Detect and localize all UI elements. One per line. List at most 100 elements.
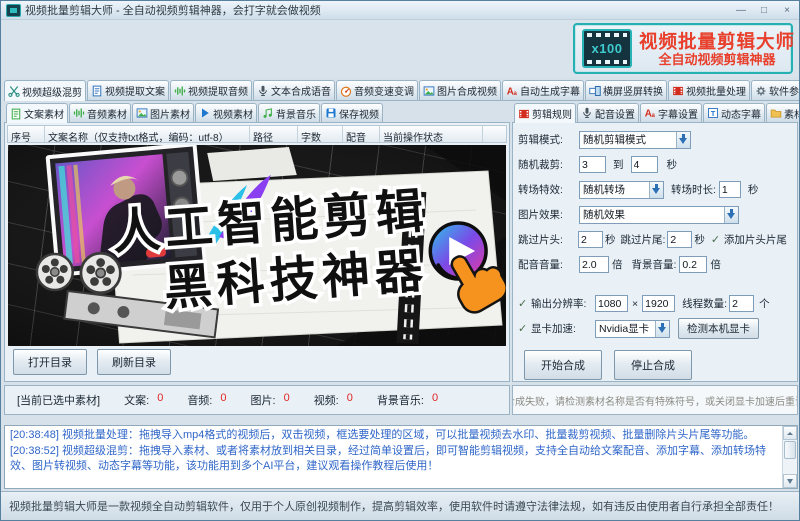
alert-text: 合成失败，请检测素材名称是否有特殊符号，或关闭显卡加速后重试 [512, 396, 798, 408]
tab-voice-settings[interactable]: 配音设置 [577, 103, 639, 122]
status-bar-text: 视频批量剪辑大师是一款视频全自动剪辑软件，仅用于个人原创视频制作，提高剪辑效率，… [9, 501, 779, 513]
bgm-volume-input[interactable] [679, 256, 708, 273]
stop-synthesis-button[interactable]: 停止合成 [614, 350, 692, 380]
promo-banner: 人工智能剪辑 黑科技神器 [8, 145, 506, 346]
cut-from-input[interactable] [579, 156, 606, 173]
seconds-unit: 秒 [694, 234, 705, 246]
waveform-icon [174, 85, 186, 97]
chevron-down-icon[interactable] [724, 206, 738, 223]
material-table-header: 序号 文案名称（仅支持txt格式，编码：utf-8） 路径 字数 配音 当前操作… [7, 125, 507, 143]
col-name[interactable]: 文案名称（仅支持txt格式，编码：utf-8） [45, 126, 250, 142]
svg-text:a: a [514, 91, 518, 97]
gpu-select[interactable]: Nvidia显卡 [595, 319, 670, 338]
tab-extract-audio[interactable]: 视频提取音频 [170, 80, 252, 100]
app-window: 视频批量剪辑大师 - 全自动视频剪辑神器，会打字就会做视频 — □ × x100… [0, 0, 800, 521]
log-scrollbar[interactable] [782, 426, 797, 488]
tab-screen-rotate[interactable]: 横屏竖屏转换 [585, 80, 667, 100]
subtitle-a-icon: Aa [506, 85, 518, 97]
tab-extract-text[interactable]: 视频提取文案 [87, 80, 169, 100]
window-title: 视频批量剪辑大师 - 全自动视频剪辑神器，会打字就会做视频 [25, 5, 321, 17]
col-index[interactable]: 序号 [8, 126, 45, 142]
col-path[interactable]: 路径 [250, 126, 298, 142]
tab-bgm-material[interactable]: 背景音乐 [258, 103, 320, 122]
tab-auto-subtitle[interactable]: Aa 自动生成字幕 [502, 80, 584, 100]
transition-duration-input[interactable] [718, 181, 741, 198]
col-words[interactable]: 字数 [298, 126, 343, 142]
svg-text:A: A [645, 108, 652, 119]
tab-save-video[interactable]: 保存视频 [321, 103, 383, 122]
log-area[interactable]: [20:38:48] 视频批量处理：拖拽导入mp4格式的视频后，双击视频，框选要… [4, 425, 798, 489]
text-doc-icon [10, 108, 22, 120]
selection-summary-bar: [当前已选中素材] 文案: 0 音频: 0 图片: 0 视频: 0 背景音乐: 0 [4, 385, 510, 415]
svg-text:a: a [652, 113, 656, 119]
film-reel-icon [35, 252, 74, 292]
app-icon [6, 3, 21, 17]
log-line: [20:38:48] 视频批量处理：拖拽导入mp4格式的视频后，双击视频，框选要… [10, 429, 755, 441]
minimize-button[interactable]: — [734, 3, 748, 18]
col-status[interactable]: 当前操作状态 [380, 126, 483, 142]
tab-image-to-video[interactable]: 图片合成视频 [419, 80, 501, 100]
scroll-up-icon[interactable] [783, 426, 797, 440]
image-icon [136, 107, 148, 119]
skip-intro-input[interactable] [578, 231, 603, 248]
scroll-thumb[interactable] [784, 441, 796, 459]
selection-count: 0 [346, 392, 353, 404]
scroll-down-icon[interactable] [783, 474, 797, 488]
resolution-width-input[interactable] [595, 295, 628, 312]
tab-settings[interactable]: 软件参数设置 [751, 80, 799, 100]
tab-batch-process[interactable]: 视频批量处理 [668, 80, 750, 100]
svg-text:A: A [507, 86, 514, 97]
resolution-checkbox[interactable]: ✓ [518, 297, 529, 310]
close-button[interactable]: × [780, 3, 794, 18]
resolution-height-input[interactable] [642, 295, 676, 312]
threads-input[interactable] [729, 295, 755, 312]
clip-mode-label: 剪辑模式: [518, 134, 563, 146]
chevron-down-icon[interactable] [649, 181, 663, 198]
tab-audio-material[interactable]: 音频素材 [69, 103, 131, 122]
chevron-down-icon[interactable] [676, 131, 690, 148]
tab-subtitle-settings[interactable]: Aa 字幕设置 [640, 103, 702, 122]
count-unit: 个 [759, 298, 770, 310]
gpu-label: 显卡加速: [531, 323, 576, 335]
tab-audio-speed-pitch[interactable]: 音频变速变调 [336, 80, 418, 100]
waveform-icon [73, 107, 85, 119]
tab-video-super-mix[interactable]: 视频超级混剪 [4, 80, 86, 101]
chevron-down-icon[interactable] [655, 320, 669, 337]
filmstrip-icon [672, 85, 684, 97]
selection-prefix: [当前已选中素材] [17, 395, 101, 407]
transition-select[interactable]: 随机转场 [579, 180, 664, 199]
voice-volume-input[interactable] [579, 256, 609, 273]
cut-to-input[interactable] [630, 156, 658, 173]
music-note-icon [262, 107, 274, 119]
clip-mode-select[interactable]: 随机剪辑模式 [579, 130, 691, 149]
dynamic-text-icon: T [707, 107, 719, 119]
add-intro-outro-checkbox[interactable]: ✓ [711, 233, 722, 246]
col-voice[interactable]: 配音 [343, 126, 380, 142]
tab-image-material[interactable]: 图片素材 [132, 103, 194, 122]
seconds-unit: 秒 [605, 234, 616, 246]
skip-outro-input[interactable] [667, 231, 693, 248]
refresh-directory-button[interactable]: 刷新目录 [97, 349, 171, 375]
maximize-button[interactable]: □ [757, 3, 771, 18]
svg-text:T: T [711, 109, 716, 118]
brand-subtitle: 全自动视频剪辑神器 [658, 51, 776, 67]
to-label: 到 [613, 159, 624, 171]
selection-label: 图片: [250, 395, 276, 407]
tab-edit-rules[interactable]: 剪辑规则 [514, 103, 576, 123]
start-synthesis-button[interactable]: 开始合成 [524, 350, 602, 380]
tab-text-to-speech[interactable]: 文本合成语音 [253, 80, 335, 100]
resolution-separator: × [632, 297, 639, 310]
tab-video-material[interactable]: 视频素材 [195, 103, 257, 122]
gpu-checkbox[interactable]: ✓ [518, 322, 529, 335]
detect-gpu-button[interactable]: 检测本机显卡 [678, 318, 759, 339]
transition-duration-label: 转场时长: [671, 184, 716, 196]
selection-count: 0 [157, 392, 164, 404]
tab-material-directory[interactable]: 素材目录 [766, 103, 799, 122]
selection-label: 音频: [187, 395, 213, 407]
open-directory-button[interactable]: 打开目录 [13, 349, 87, 375]
image-effect-select[interactable]: 随机效果 [579, 205, 739, 224]
tab-dynamic-subtitle[interactable]: T 动态字幕 [703, 103, 765, 122]
random-cut-label: 随机裁剪: [518, 159, 563, 171]
tab-text-material[interactable]: 文案素材 [6, 103, 68, 123]
microphone-icon [257, 85, 269, 97]
